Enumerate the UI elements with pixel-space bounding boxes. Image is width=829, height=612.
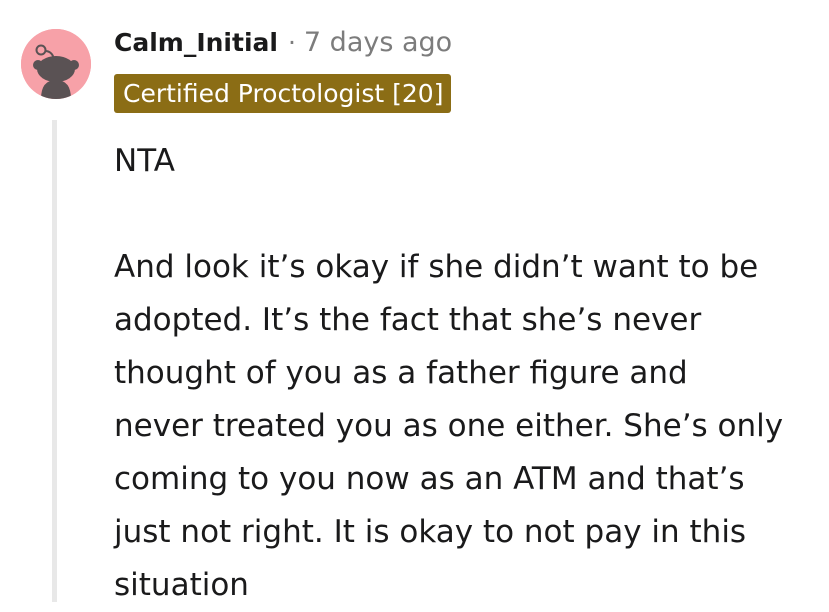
comment-text-line: adopted. It’s the fact that she’s never (114, 302, 702, 338)
comment-text-line: never treated you as one either. She’s o… (114, 408, 784, 444)
comment-paragraph: NTA (114, 135, 819, 188)
comment-text-line: thought of you as a father figure and (114, 355, 688, 391)
comment-text-line: coming to you now as an ATM and that’s (114, 461, 745, 497)
comment-text-line: just not right. It is okay to not pay in… (114, 514, 747, 550)
thread-line[interactable] (52, 120, 57, 602)
comment-text-line: And look it’s okay if she didn’t want to… (114, 249, 759, 285)
snoo-avatar-icon (21, 29, 91, 99)
comment-text-line: NTA (114, 143, 175, 179)
comment-text-line: situation (114, 567, 249, 603)
comment-header: Calm_Initial · 7 days ago (114, 24, 452, 60)
separator-dot: · (287, 27, 296, 57)
comment-paragraph: And look it’s okay if she didn’t want to… (114, 241, 819, 612)
user-avatar[interactable] (21, 29, 91, 99)
username-link[interactable]: Calm_Initial (114, 28, 278, 57)
user-flair: Certified Proctologist [20] (114, 74, 452, 113)
comment-body: NTA And look it’s okay if she didn’t wan… (114, 135, 819, 612)
timestamp-link[interactable]: 7 days ago (304, 27, 452, 58)
comment: Calm_Initial · 7 days ago Certified Proc… (0, 0, 829, 603)
